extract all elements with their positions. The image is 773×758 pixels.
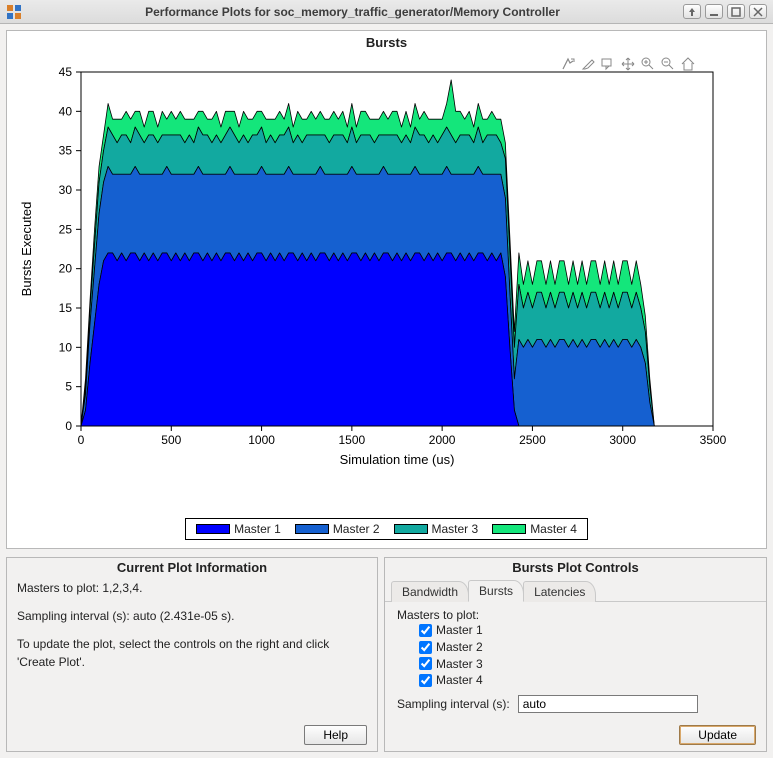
- svg-text:30: 30: [59, 183, 73, 197]
- master-3-checkbox[interactable]: [419, 657, 432, 670]
- legend-item-2[interactable]: Master 2: [295, 522, 380, 536]
- export-icon[interactable]: [560, 56, 576, 75]
- svg-text:Simulation time (us): Simulation time (us): [340, 452, 455, 467]
- master-2-checkbox[interactable]: [419, 641, 432, 654]
- info-panel-title: Current Plot Information: [7, 558, 377, 579]
- master-4-checkbox[interactable]: [419, 674, 432, 687]
- master-2-label: Master 2: [436, 639, 483, 656]
- brush-icon[interactable]: [580, 56, 596, 75]
- masters-to-plot-label: Masters to plot:: [397, 608, 754, 622]
- window-controls: [683, 4, 767, 19]
- home-icon[interactable]: [680, 56, 696, 75]
- master-2-row: Master 2: [419, 639, 754, 656]
- master-1-row: Master 1: [419, 622, 754, 639]
- svg-text:35: 35: [59, 144, 73, 158]
- info-panel: Current Plot Information Masters to plot…: [6, 557, 378, 752]
- plot-title: Bursts: [15, 35, 758, 50]
- always-on-top-button[interactable]: [683, 4, 701, 19]
- svg-text:2000: 2000: [429, 433, 456, 447]
- info-line-1: Masters to plot: 1,2,3,4.: [17, 579, 367, 597]
- svg-text:2500: 2500: [519, 433, 546, 447]
- svg-text:3000: 3000: [609, 433, 636, 447]
- chart-svg: 0 500 1000 1500 2000 2500 3000 3500 0 5 10 15 20 25 30…: [15, 52, 755, 472]
- titlebar: Performance Plots for soc_memory_traffic…: [0, 0, 773, 24]
- zoom-in-icon[interactable]: [640, 56, 656, 75]
- svg-text:40: 40: [59, 104, 73, 118]
- master-3-label: Master 3: [436, 656, 483, 673]
- sampling-input[interactable]: [518, 695, 698, 713]
- svg-text:20: 20: [59, 262, 73, 276]
- help-button[interactable]: Help: [304, 725, 367, 745]
- tab-latencies[interactable]: Latencies: [523, 581, 596, 602]
- controls-panel: Bursts Plot Controls Bandwidth Bursts La…: [384, 557, 767, 752]
- svg-text:1500: 1500: [339, 433, 366, 447]
- master-4-row: Master 4: [419, 672, 754, 689]
- legend-item-1[interactable]: Master 1: [196, 522, 281, 536]
- close-button[interactable]: [749, 4, 767, 19]
- svg-text:0: 0: [78, 433, 85, 447]
- plot-panel: Bursts 0 500 1000 1500 2000 2500 3000 3500 0 5 10 1…: [6, 30, 767, 549]
- svg-text:1000: 1000: [248, 433, 275, 447]
- svg-text:500: 500: [161, 433, 181, 447]
- chart-area: 0 500 1000 1500 2000 2500 3000 3500 0 5 10 15 20 25 30…: [15, 52, 758, 512]
- info-line-3: To update the plot, select the controls …: [17, 635, 367, 671]
- legend-item-3[interactable]: Master 3: [394, 522, 479, 536]
- pan-icon[interactable]: [620, 56, 636, 75]
- master-3-row: Master 3: [419, 656, 754, 673]
- svg-text:25: 25: [59, 222, 73, 236]
- window-title: Performance Plots for soc_memory_traffic…: [28, 5, 677, 19]
- svg-text:0: 0: [65, 419, 72, 433]
- master-1-checkbox[interactable]: [419, 624, 432, 637]
- info-line-2: Sampling interval (s): auto (2.431e-05 s…: [17, 607, 367, 625]
- update-button[interactable]: Update: [679, 725, 756, 745]
- tab-bandwidth[interactable]: Bandwidth: [391, 581, 469, 602]
- tab-bursts[interactable]: Bursts: [468, 580, 524, 602]
- svg-text:15: 15: [59, 301, 73, 315]
- svg-text:5: 5: [65, 380, 72, 394]
- legend-item-4[interactable]: Master 4: [492, 522, 577, 536]
- master-4-label: Master 4: [436, 672, 483, 689]
- datatip-icon[interactable]: [600, 56, 616, 75]
- maximize-button[interactable]: [727, 4, 745, 19]
- svg-text:3500: 3500: [700, 433, 727, 447]
- tabs: Bandwidth Bursts Latencies: [385, 579, 766, 602]
- controls-panel-title: Bursts Plot Controls: [385, 558, 766, 579]
- legend: Master 1 Master 2 Master 3 Master 4: [185, 518, 588, 540]
- svg-text:Bursts Executed: Bursts Executed: [19, 202, 34, 297]
- axes-toolbar: [560, 56, 696, 75]
- svg-text:10: 10: [59, 340, 73, 354]
- zoom-out-icon[interactable]: [660, 56, 676, 75]
- sampling-label: Sampling interval (s):: [397, 697, 510, 711]
- svg-text:45: 45: [59, 65, 73, 79]
- master-1-label: Master 1: [436, 622, 483, 639]
- minimize-button[interactable]: [705, 4, 723, 19]
- app-icon: [6, 4, 22, 20]
